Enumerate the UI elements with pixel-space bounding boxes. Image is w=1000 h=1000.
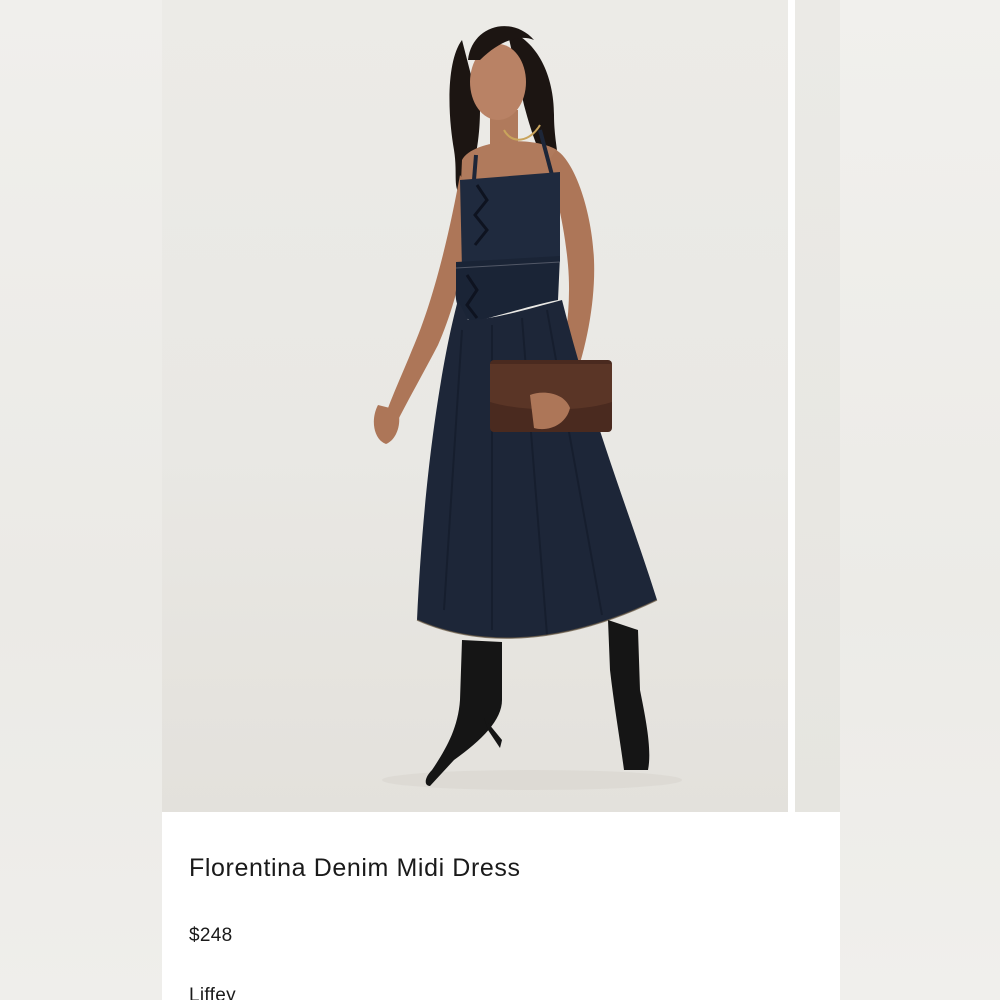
page: Florentina Denim Midi Dress $248 Liffey bbox=[0, 0, 1000, 1000]
product-card[interactable]: Florentina Denim Midi Dress $248 Liffey bbox=[162, 0, 840, 1000]
image-carousel[interactable] bbox=[162, 0, 840, 812]
product-info: Florentina Denim Midi Dress $248 Liffey bbox=[162, 812, 840, 1000]
product-price: $248 bbox=[189, 925, 233, 946]
next-slide-peek[interactable] bbox=[795, 0, 840, 812]
backdrop-left bbox=[0, 0, 162, 1000]
product-color: Liffey bbox=[189, 985, 236, 1000]
model-photo bbox=[373, 26, 682, 790]
backdrop-right bbox=[840, 0, 1000, 1000]
product-title[interactable]: Florentina Denim Midi Dress bbox=[189, 854, 521, 883]
product-image[interactable] bbox=[162, 0, 788, 812]
